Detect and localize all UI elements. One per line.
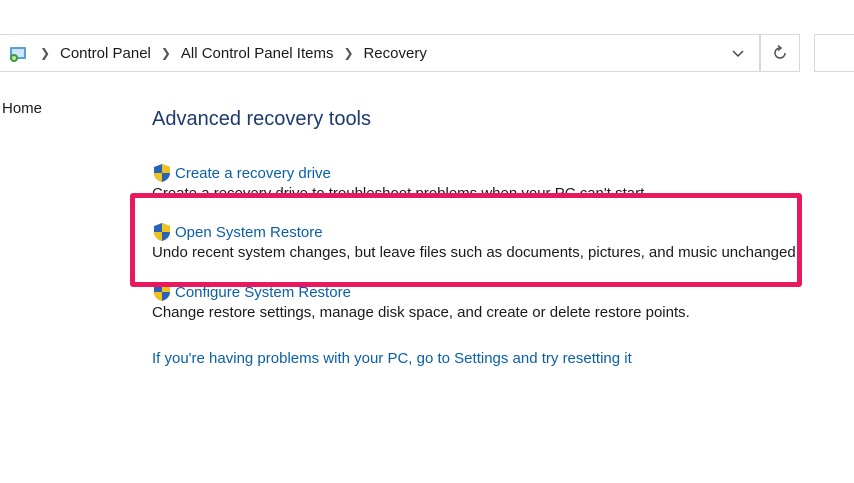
refresh-button[interactable] [760, 34, 800, 72]
chevron-right-icon: ❯ [39, 46, 51, 60]
control-panel-icon [10, 47, 26, 62]
refresh-icon [774, 45, 786, 59]
address-dropdown-button[interactable] [726, 43, 750, 65]
search-input[interactable] [814, 34, 854, 72]
uac-shield-icon [154, 164, 170, 182]
configure-system-restore-description: Change restore settings, manage disk spa… [152, 304, 690, 321]
chevron-down-icon [732, 50, 744, 58]
chevron-right-icon[interactable]: ❯ [339, 46, 357, 60]
breadcrumb-recovery[interactable]: Recovery [357, 45, 432, 62]
breadcrumb-all-items[interactable]: All Control Panel Items [175, 45, 340, 62]
breadcrumb-control-panel[interactable]: Control Panel [54, 45, 157, 62]
create-recovery-drive-link[interactable]: Create a recovery drive [175, 165, 331, 182]
address-bar[interactable]: ❯ Control Panel ❯ All Control Panel Item… [0, 34, 760, 72]
recovery-option-configure-restore: Configure System Restore Change restore … [152, 282, 690, 321]
recovery-option-create-drive: Create a recovery drive Create a recover… [152, 163, 648, 194]
page-title: Advanced recovery tools [152, 108, 372, 130]
breadcrumb: ❯ Control Panel ❯ All Control Panel Item… [36, 35, 433, 71]
reset-pc-link[interactable]: If you're having problems with your PC, … [152, 350, 632, 367]
highlight-box [130, 193, 802, 287]
control-panel-home-link[interactable]: Home [2, 100, 42, 117]
chevron-right-icon[interactable]: ❯ [157, 46, 175, 60]
